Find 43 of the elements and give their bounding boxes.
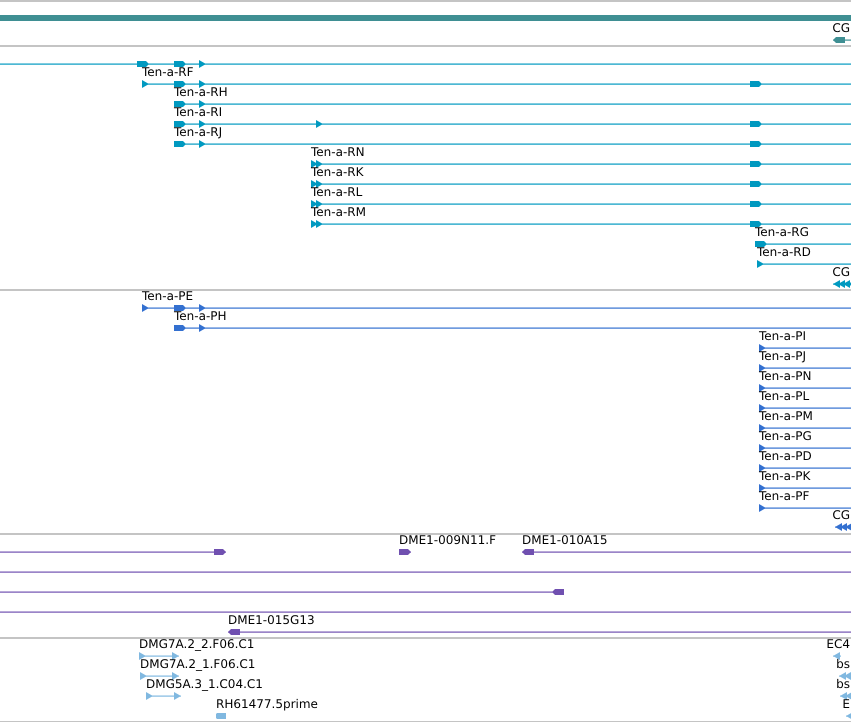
feature-label: bs [836, 658, 850, 671]
feature-label: Ten-a-PE [142, 290, 194, 303]
feature-label: Ten-a-RI [174, 106, 222, 119]
feature-label: Ten-a-PG [759, 430, 812, 443]
feature-label: Ten-a-PJ [759, 350, 806, 363]
feature-label: DMG7A.2_2.F06.C1 [139, 638, 254, 651]
feature-label: CG [832, 266, 850, 279]
feature-label: Ten-a-PL [759, 390, 810, 403]
feature-label: CG [832, 22, 850, 35]
feature-label: Ten-a-RH [174, 86, 228, 99]
feature-label: Ten-a-RL [311, 186, 362, 199]
feature-label: RH61477.5prime [216, 698, 318, 711]
feature-label: Ten-a-PF [759, 490, 810, 503]
feature-label: Ten-a-RD [757, 246, 811, 259]
feature-label: Ten-a-RM [311, 206, 366, 219]
transcript-drawing[interactable] [140, 672, 179, 680]
feature-label: DME1-009N11.F [399, 534, 496, 547]
transcript-drawing[interactable] [0, 548, 226, 556]
feature-label: Ten-a-PI [759, 330, 806, 343]
feature-label: DME1-010A15 [522, 534, 608, 547]
feature-label: DMG7A.2_1.F06.C1 [140, 658, 256, 671]
feature-label: Ten-a-RF [142, 66, 194, 79]
transcript-drawing[interactable] [139, 652, 179, 660]
transcript-drawing[interactable] [228, 628, 851, 636]
transcript-drawing[interactable] [840, 692, 851, 700]
feature-label: EC4 [826, 638, 850, 651]
feature-label: Ten-a-RJ [174, 126, 222, 139]
feature-label: CG [832, 509, 850, 522]
feature-label: DME1-015G13 [228, 614, 315, 627]
feature-label: Ten-a-PD [759, 450, 812, 463]
transcript-drawing[interactable] [399, 548, 411, 556]
feature-label: Ten-a-RN [311, 146, 365, 159]
feature-label: Ten-a-PN [759, 370, 812, 383]
feature-label: DMG5A.3_1.C04.C1 [146, 678, 263, 691]
feature-label: Ten-a-PK [759, 470, 810, 483]
transcript-drawing[interactable] [0, 588, 564, 596]
feature-label: bs [836, 678, 850, 691]
feature-label: Ten-a-PH [174, 310, 227, 323]
transcript-drawing[interactable] [522, 548, 851, 556]
feature-label: Ten-a-PM [759, 410, 813, 423]
feature-label: E [842, 698, 850, 711]
feature-label: Ten-a-RG [755, 226, 809, 239]
feature-label: Ten-a-RK [311, 166, 364, 179]
